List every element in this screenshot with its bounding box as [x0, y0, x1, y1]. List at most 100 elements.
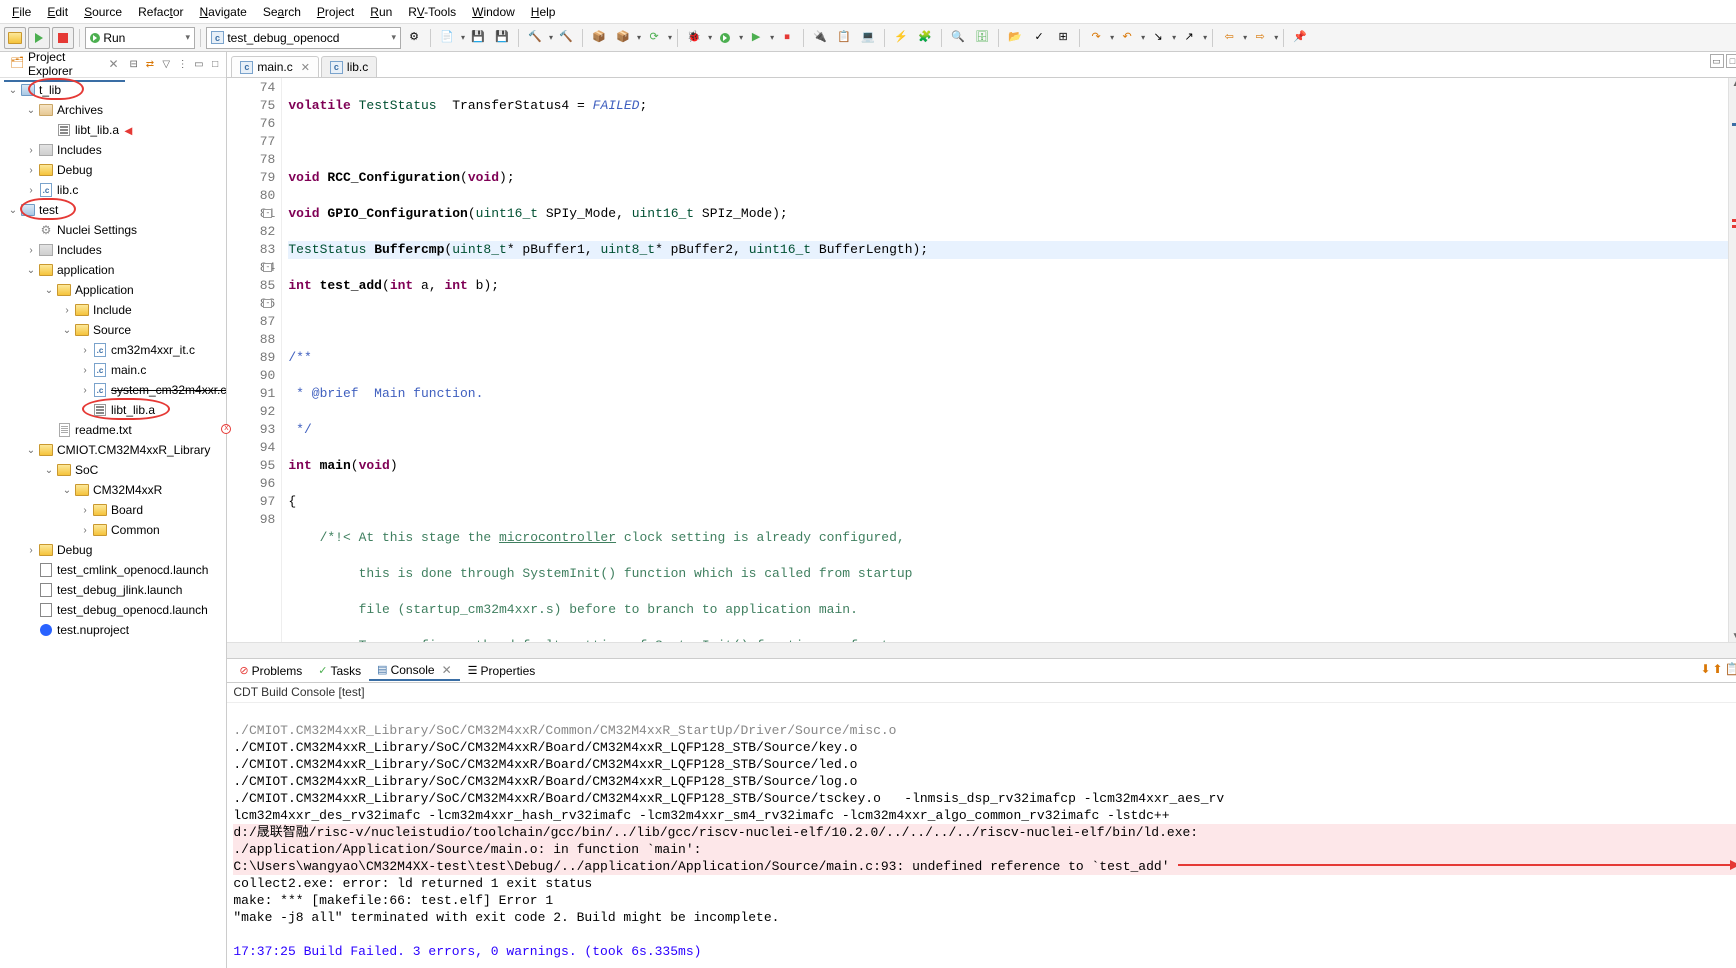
- tb-f[interactable]: 🔍: [947, 27, 969, 49]
- error-marker[interactable]: x: [221, 424, 231, 434]
- tb-h[interactable]: 📂: [1004, 27, 1026, 49]
- tree-cmit[interactable]: ›cm32m4xxr_it.c: [2, 340, 226, 360]
- project-tree[interactable]: ⌄t_lib ⌄Archives libt_lib.a◂ ›Includes ›…: [0, 78, 226, 968]
- stop2-button[interactable]: ⏹: [776, 27, 798, 49]
- tab-lib-c[interactable]: lib.c: [321, 56, 377, 77]
- stop-button[interactable]: [52, 27, 74, 49]
- vertical-scrollbar[interactable]: ▲ ▼: [1728, 78, 1736, 642]
- console-up[interactable]: ⬇: [1700, 662, 1710, 676]
- tree-Source[interactable]: ⌄Source: [2, 320, 226, 340]
- tree-project-test[interactable]: ⌄test: [2, 200, 226, 220]
- tree-application[interactable]: ⌄application: [2, 260, 226, 280]
- tree-nuproj[interactable]: test.nuproject: [2, 620, 226, 640]
- max-button[interactable]: □: [208, 57, 222, 73]
- close-icon[interactable]: ✕: [301, 61, 310, 74]
- editor-max[interactable]: □: [1726, 54, 1736, 68]
- tree-launch3[interactable]: test_debug_openocd.launch: [2, 600, 226, 620]
- code-area[interactable]: volatile TestStatus TransferStatus4 = FA…: [282, 78, 1727, 642]
- tree-mainc[interactable]: ›main.c: [2, 360, 226, 380]
- tb-d[interactable]: ⚡: [890, 27, 912, 49]
- console-output[interactable]: ./CMIOT.CM32M4xxR_Library/SoC/CM32M4xxR/…: [227, 703, 1736, 968]
- tree-launch2[interactable]: test_debug_jlink.launch: [2, 580, 226, 600]
- editor-min[interactable]: ▭: [1710, 54, 1724, 68]
- tb-k[interactable]: ↷: [1085, 27, 1107, 49]
- filter-button[interactable]: ▽: [159, 57, 173, 73]
- tree-launch1[interactable]: test_cmlink_openocd.launch: [2, 560, 226, 580]
- console-up2[interactable]: ⬆: [1713, 662, 1723, 676]
- menu-search[interactable]: Search: [255, 3, 309, 21]
- tb-i[interactable]: ✓: [1028, 27, 1050, 49]
- fwd-button[interactable]: ⇨: [1249, 27, 1271, 49]
- menu-edit[interactable]: Edit: [39, 3, 76, 21]
- tree-project-tlib[interactable]: ⌄t_lib: [2, 80, 226, 100]
- tab-properties[interactable]: ☰Properties: [460, 662, 544, 680]
- console-pin[interactable]: 📋: [1725, 662, 1736, 676]
- tree-cm32[interactable]: ⌄CM32M4xxR: [2, 480, 226, 500]
- menu-button[interactable]: ⋮: [175, 57, 189, 73]
- tree-libt2[interactable]: libt_lib.a: [2, 400, 226, 420]
- build-all-button[interactable]: 🔨: [555, 27, 577, 49]
- tb-c[interactable]: 💻: [857, 27, 879, 49]
- tree-cmiot[interactable]: ⌄CMIOT.CM32M4xxR_Library: [2, 440, 226, 460]
- tree-readme[interactable]: readme.txt: [2, 420, 226, 440]
- horizontal-scrollbar[interactable]: [227, 642, 1736, 658]
- tree-libt[interactable]: libt_lib.a◂: [2, 120, 226, 140]
- tree-common[interactable]: ›Common: [2, 520, 226, 540]
- refresh-button[interactable]: ⟳: [643, 27, 665, 49]
- save-button[interactable]: 💾: [467, 27, 489, 49]
- menu-window[interactable]: Window: [464, 3, 523, 21]
- profile-button[interactable]: ▶: [745, 27, 767, 49]
- tab-console[interactable]: ▤Console✕: [369, 661, 460, 681]
- saveall-button[interactable]: 💾: [491, 27, 513, 49]
- open-button[interactable]: [4, 27, 26, 49]
- menu-file[interactable]: File: [4, 3, 39, 21]
- menu-project[interactable]: Project: [309, 3, 362, 21]
- tb-n[interactable]: ↗: [1178, 27, 1200, 49]
- tree-libc[interactable]: ›lib.c: [2, 180, 226, 200]
- tree-debug2[interactable]: ›Debug: [2, 540, 226, 560]
- pkg-button[interactable]: 📦: [588, 27, 610, 49]
- run-mode-combo[interactable]: Run▾: [85, 27, 195, 49]
- tb-m[interactable]: ↘: [1147, 27, 1169, 49]
- menu-refactor[interactable]: Refactor: [130, 3, 191, 21]
- close-icon[interactable]: ✕: [108, 57, 118, 71]
- tab-problems[interactable]: ⊘Problems: [231, 662, 310, 680]
- collapse-button[interactable]: ⊟: [127, 57, 141, 73]
- build-button[interactable]: 🔨: [524, 27, 546, 49]
- tb-j[interactable]: ⊞: [1052, 27, 1074, 49]
- menu-help[interactable]: Help: [523, 3, 564, 21]
- explorer-tab[interactable]: 🗂 Project Explorer ✕: [4, 48, 125, 82]
- pkg2-button[interactable]: 📦: [612, 27, 634, 49]
- min-button[interactable]: ▭: [192, 57, 206, 73]
- back-button[interactable]: ⇦: [1218, 27, 1240, 49]
- run2-button[interactable]: [714, 27, 736, 49]
- config-settings[interactable]: ⚙: [403, 27, 425, 49]
- play-button[interactable]: [28, 27, 50, 49]
- tab-tasks[interactable]: ✓Tasks: [310, 662, 369, 680]
- tree-nuclei[interactable]: ⚙Nuclei Settings: [2, 220, 226, 240]
- config-combo[interactable]: test_debug_openocd▾: [206, 27, 401, 49]
- tree-Application[interactable]: ⌄Application: [2, 280, 226, 300]
- menu-rvtools[interactable]: RV-Tools: [400, 3, 464, 21]
- menu-source[interactable]: Source: [76, 3, 130, 21]
- menu-run[interactable]: Run: [362, 3, 400, 21]
- tree-sysc[interactable]: ›system_cm32m4xxr.c: [2, 380, 226, 400]
- tree-includes2[interactable]: ›Includes: [2, 240, 226, 260]
- tree-board[interactable]: ›Board: [2, 500, 226, 520]
- tree-debug[interactable]: ›Debug: [2, 160, 226, 180]
- tree-Include[interactable]: ›Include: [2, 300, 226, 320]
- tb-e[interactable]: 🧩: [914, 27, 936, 49]
- tree-soc[interactable]: ⌄SoC: [2, 460, 226, 480]
- tree-includes[interactable]: ›Includes: [2, 140, 226, 160]
- link-button[interactable]: ⇄: [143, 57, 157, 73]
- pin-button[interactable]: 📌: [1289, 27, 1311, 49]
- tb-b[interactable]: 📋: [833, 27, 855, 49]
- tb-l[interactable]: ↶: [1116, 27, 1138, 49]
- debug-button[interactable]: 🐞: [683, 27, 705, 49]
- tb-g[interactable]: 🗄: [971, 27, 993, 49]
- new-button[interactable]: 📄: [436, 27, 458, 49]
- tree-archives[interactable]: ⌄Archives: [2, 100, 226, 120]
- tab-main-c[interactable]: main.c✕: [231, 56, 319, 77]
- code-editor[interactable]: 74757677787980 81-8283 84-85 86-87888990…: [227, 78, 1736, 642]
- tb-a[interactable]: 🔌: [809, 27, 831, 49]
